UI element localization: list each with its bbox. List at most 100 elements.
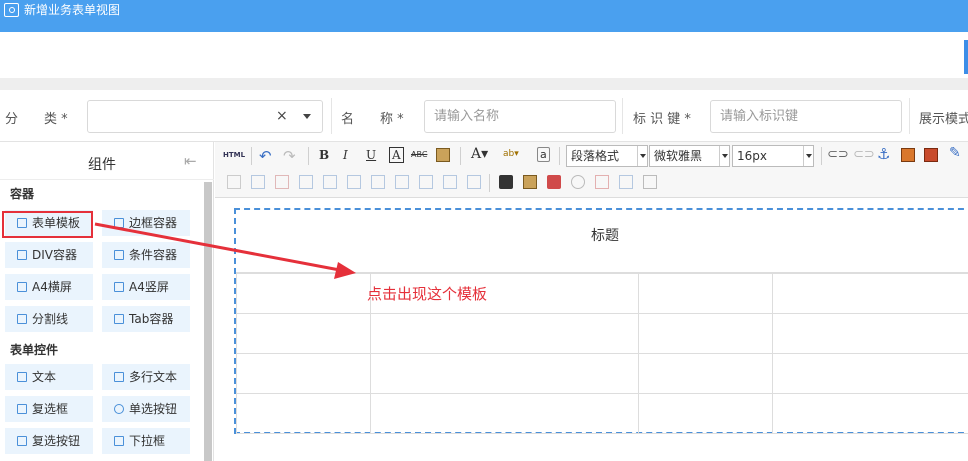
template-table[interactable]	[236, 273, 968, 434]
chevron-down-icon[interactable]	[303, 114, 311, 119]
textarea-icon	[114, 372, 124, 382]
sidebar-scrollbar[interactable]	[204, 182, 212, 461]
component-dropdown[interactable]: 下拉框	[102, 428, 190, 454]
link-icon[interactable]: ⊂⊃	[827, 147, 849, 162]
toolbar-separator	[308, 147, 309, 165]
table-cell[interactable]	[236, 393, 371, 434]
annotation-highlight-box	[2, 211, 93, 238]
font-border-icon[interactable]: A	[389, 147, 404, 163]
form-header-row: 分 类 * × 名 称 * 标 识 键 * 展示模式	[0, 90, 968, 142]
table-cell[interactable]	[772, 393, 968, 434]
table-cell[interactable]	[638, 273, 773, 314]
table-cell[interactable]	[236, 273, 371, 314]
component-tab-container[interactable]: Tab容器	[102, 306, 190, 332]
component-sidebar: 组件 ⇤ 容器 表单模板 边框容器 DIV容器 条件容器 A4横屏 A4竖屏 分…	[0, 142, 214, 461]
table-cell[interactable]	[638, 393, 773, 434]
calendar-icon[interactable]	[595, 175, 609, 189]
paragraph-format-select[interactable]: 段落格式	[566, 145, 648, 167]
table-cell[interactable]	[772, 273, 968, 314]
table-row	[236, 313, 968, 354]
table-cell[interactable]	[370, 313, 639, 354]
toolbar-separator	[821, 147, 822, 165]
category-label: 分 类 *	[5, 112, 68, 127]
preview-icon[interactable]	[643, 175, 657, 189]
top-action-bar	[0, 32, 968, 78]
page-landscape-icon	[17, 282, 27, 292]
currency-icon[interactable]	[571, 175, 585, 189]
component-div-container[interactable]: DIV容器	[5, 242, 93, 268]
chevron-down-icon	[803, 146, 813, 166]
html-source-button[interactable]: HTML	[223, 151, 245, 159]
table-insert-icon[interactable]	[227, 175, 241, 189]
div-icon	[17, 250, 27, 260]
component-a4-landscape[interactable]: A4横屏	[5, 274, 93, 300]
underline-icon[interactable]: U	[366, 148, 376, 162]
template-insert-icon[interactable]	[547, 175, 561, 189]
display-mode-label: 展示模式	[919, 112, 968, 127]
search-replace-icon[interactable]	[619, 175, 633, 189]
font-family-select[interactable]: 微软雅黑	[649, 145, 730, 167]
table-split-rows-icon[interactable]	[443, 175, 457, 189]
table-cell[interactable]	[638, 353, 773, 394]
clear-icon[interactable]: ×	[276, 108, 288, 124]
name-label: 名 称 *	[341, 112, 404, 127]
strikethrough-icon[interactable]: ABC	[411, 150, 427, 159]
font-color-icon[interactable]: A▾	[471, 146, 488, 162]
chevron-down-icon	[719, 146, 729, 166]
font-size-select[interactable]: 16px	[732, 145, 814, 167]
key-input[interactable]	[710, 100, 902, 133]
page-portrait-icon	[114, 282, 124, 292]
table-split-icon[interactable]	[419, 175, 433, 189]
pencil-icon[interactable]: ✎	[949, 145, 961, 161]
component-textarea[interactable]: 多行文本	[102, 364, 190, 390]
table-split-cols-icon[interactable]	[467, 175, 481, 189]
component-a4-portrait[interactable]: A4竖屏	[102, 274, 190, 300]
paste-icon[interactable]	[436, 148, 450, 162]
table-merge-down-icon[interactable]	[395, 175, 409, 189]
redo-icon[interactable]: ↷	[283, 147, 296, 165]
scrollbar-thumb[interactable]	[204, 182, 212, 461]
table-cell[interactable]	[236, 353, 371, 394]
component-divider-line[interactable]: 分割线	[5, 306, 93, 332]
table-merge-right-icon[interactable]	[371, 175, 385, 189]
form-view-icon	[4, 3, 19, 17]
table-cell[interactable]	[370, 393, 639, 434]
template-title[interactable]: 标题	[236, 210, 968, 273]
text-icon	[17, 372, 27, 382]
multi-image-icon[interactable]	[924, 148, 938, 162]
toolbar-separator	[489, 174, 490, 192]
binoculars-icon[interactable]	[499, 175, 513, 189]
text-format-icon[interactable]: a	[537, 147, 550, 162]
paste-plain-icon[interactable]	[523, 175, 537, 189]
component-checkbox-button[interactable]: 复选按钮	[5, 428, 93, 454]
component-text[interactable]: 文本	[5, 364, 93, 390]
component-border-container[interactable]: 边框容器	[102, 210, 190, 236]
collapse-left-icon[interactable]: ⇤	[184, 152, 197, 170]
field-separator	[909, 98, 910, 134]
border-box-icon	[114, 218, 124, 228]
undo-icon[interactable]: ↶	[259, 147, 272, 165]
table-cell[interactable]	[638, 313, 773, 354]
image-icon[interactable]	[901, 148, 915, 162]
table-delete-col-icon[interactable]	[323, 175, 337, 189]
table-cell[interactable]	[772, 313, 968, 354]
highlight-color-icon[interactable]: ab▾	[503, 149, 519, 159]
bold-icon[interactable]: B	[319, 148, 329, 162]
action-button-edge[interactable]	[964, 40, 968, 74]
table-insert-col-icon[interactable]	[299, 175, 313, 189]
name-input[interactable]	[424, 100, 616, 133]
unlink-icon[interactable]: ⊂⊃	[853, 147, 875, 162]
table-delete-row-icon[interactable]	[275, 175, 289, 189]
table-insert-row-icon[interactable]	[251, 175, 265, 189]
component-condition-container[interactable]: 条件容器	[102, 242, 190, 268]
table-merge-icon[interactable]	[347, 175, 361, 189]
anchor-icon[interactable]: ⚓	[877, 145, 890, 163]
form-template-canvas[interactable]: 标题	[234, 208, 968, 434]
component-radio[interactable]: 单选按钮	[102, 396, 190, 422]
dropdown-icon	[114, 436, 124, 446]
table-cell[interactable]	[370, 353, 639, 394]
table-cell[interactable]	[772, 353, 968, 394]
table-cell[interactable]	[236, 313, 371, 354]
italic-icon[interactable]: I	[343, 148, 348, 162]
component-checkbox[interactable]: 复选框	[5, 396, 93, 422]
